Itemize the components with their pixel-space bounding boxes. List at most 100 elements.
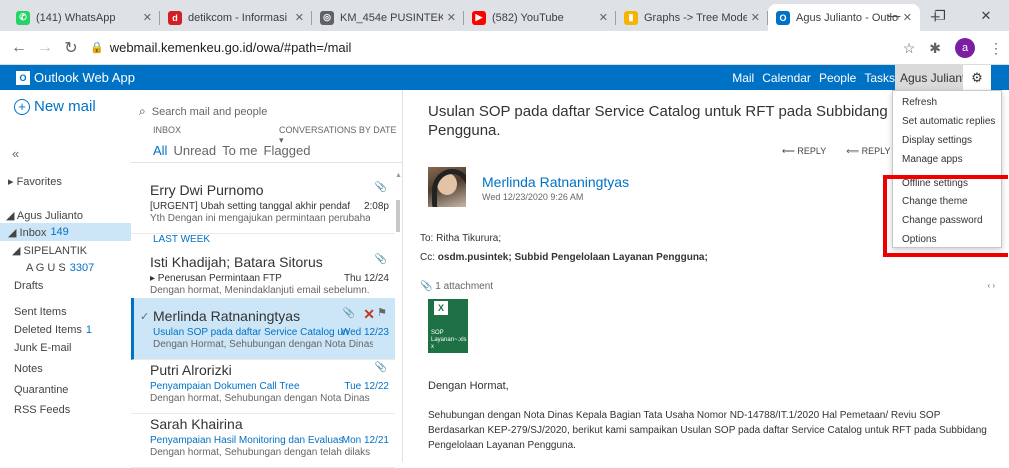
close-icon[interactable]: ✕ — [751, 11, 760, 24]
close-icon[interactable]: ✕ — [447, 11, 456, 24]
excel-icon: X — [434, 301, 448, 315]
attachment-nav-icon[interactable]: ‹ › — [987, 281, 995, 290]
folder-sent[interactable]: Sent Items — [0, 303, 131, 321]
reply-button[interactable]: ⟵ REPLY — [782, 146, 826, 157]
window-controls: — ❐ ✕ — [871, 0, 1009, 31]
folder-account[interactable]: ◢ Agus Julianto — [0, 206, 131, 224]
sender-name[interactable]: Merlinda Ratnaningtyas — [482, 174, 629, 190]
checkmark-icon[interactable]: ✓ — [140, 310, 149, 323]
attachment-file[interactable]: X SOP Layanan~.xls x — [428, 299, 468, 353]
filter-to-me[interactable]: To me — [222, 143, 257, 158]
menu-item-change-password[interactable]: Change password — [902, 215, 983, 226]
forward-icon[interactable]: → — [32, 39, 58, 57]
message-item[interactable]: Sarah Khairina Penyampaian Hasil Monitor… — [131, 406, 395, 468]
delete-icon[interactable]: ✕ — [363, 306, 375, 323]
close-icon[interactable]: ✕ — [599, 11, 608, 24]
paperclip-icon: 📎 — [342, 308, 355, 319]
plus-icon: + — [14, 98, 30, 115]
extensions-icon[interactable]: ✱ — [929, 40, 941, 57]
scroll-thumb[interactable] — [396, 200, 400, 232]
filter-unread[interactable]: Unread — [173, 143, 216, 158]
nav-calendar[interactable]: Calendar — [762, 71, 811, 85]
scroll-up-icon[interactable]: ▲ — [395, 172, 402, 179]
message-subject: Penyampaian Dokumen Call Tree — [150, 381, 300, 392]
nav-people[interactable]: People — [819, 71, 856, 85]
browser-tab-strip: ✆ (141) WhatsApp ✕ d detikcom - Informas… — [0, 0, 1009, 31]
message-item-selected[interactable]: ✓ Merlinda Ratnaningtyas 📎 ✕ ⚑ Usulan SO… — [131, 298, 395, 360]
owa-logo[interactable]: O Outlook Web App — [0, 70, 135, 85]
tab-whatsapp[interactable]: ✆ (141) WhatsApp ✕ — [8, 4, 160, 31]
graphs-icon: ▮ — [624, 10, 638, 25]
menu-item-refresh[interactable]: Refresh — [902, 97, 937, 108]
close-icon[interactable]: ✕ — [143, 11, 152, 24]
list-scrollbar[interactable]: ▲ — [394, 172, 402, 462]
folder-title: INBOX — [153, 125, 182, 135]
message-sender: Isti Khadijah; Batara Sitorus — [150, 254, 323, 270]
minimize-icon[interactable]: — — [871, 0, 917, 31]
unread-count: 3307 — [69, 262, 95, 274]
tab-graphs[interactable]: ▮ Graphs -> Tree Mode ✕ — [616, 4, 768, 31]
detikcom-icon: d — [168, 10, 182, 25]
menu-item-manage-apps[interactable]: Manage apps — [902, 154, 963, 165]
star-icon[interactable]: ☆ — [903, 40, 916, 57]
url-field[interactable]: 🔒 webmail.kemenkeu.go.id/owa/#path=/mail — [90, 35, 970, 61]
filter-all[interactable]: All — [153, 143, 167, 158]
cc-line: Cc: osdm.pusintek; Subbid Pengelolaan La… — [420, 252, 708, 263]
message-preview: Dengan hormat, Sehubungan dengan Nota Di… — [150, 393, 370, 404]
paperclip-icon: 📎 — [374, 362, 387, 373]
folder-label: ◢ Inbox — [8, 226, 47, 239]
nav-mail[interactable]: Mail — [732, 71, 754, 85]
menu-item-automatic-replies[interactable]: Set automatic replies — [902, 116, 995, 127]
subject-line-2: Pengguna. — [428, 122, 501, 139]
app-name: Outlook Web App — [34, 70, 135, 85]
user-menu[interactable]: Agus Julianto ▾ — [895, 65, 963, 90]
search-input[interactable]: ⌕ Search mail and people — [139, 104, 267, 119]
folder-agus[interactable]: A G U S 3307 — [0, 259, 131, 277]
menu-icon[interactable]: ⋮ — [989, 40, 1003, 57]
reply-all-button[interactable]: ⟸ REPLY A — [846, 146, 898, 157]
address-bar: ← → ↻ 🔒 webmail.kemenkeu.go.id/owa/#path… — [0, 31, 1009, 65]
folder-label: ◢ SIPELANTIK — [12, 244, 88, 257]
tab-youtube[interactable]: ▶ (582) YouTube ✕ — [464, 4, 616, 31]
profile-avatar[interactable]: a — [955, 38, 975, 58]
cc-recipients[interactable]: osdm.pusintek; Subbid Pengelolaan Layana… — [438, 252, 708, 263]
close-icon[interactable]: ✕ — [295, 11, 304, 24]
new-mail-button[interactable]: + New mail — [14, 98, 96, 115]
message-item[interactable]: Erry Dwi Purnomo 📎 [URGENT] Ubah setting… — [131, 172, 395, 234]
message-item[interactable]: Putri Alrorizki 📎 Penyampaian Dokumen Ca… — [131, 352, 395, 414]
folder-notes[interactable]: Notes — [0, 360, 131, 378]
collapse-icon[interactable]: « — [12, 146, 19, 161]
close-window-icon[interactable]: ✕ — [963, 0, 1009, 31]
settings-menu: Refresh Set automatic replies Display se… — [892, 90, 1002, 248]
email-subject: Usulan SOP pada daftar Service Catalog u… — [428, 102, 996, 140]
tab-detikcom[interactable]: d detikcom - Informasi Be ✕ — [160, 4, 312, 31]
recipient[interactable]: Ritha Tikurura; — [436, 233, 501, 244]
folder-junk[interactable]: Junk E-mail — [0, 339, 131, 357]
tab-km454e[interactable]: ◎ KM_454e PUSINTEK LT. ✕ — [312, 4, 464, 31]
message-date: Thu 12/24 — [343, 273, 389, 284]
paperclip-icon: 📎 — [374, 182, 387, 193]
folder-quarantine[interactable]: Quarantine — [0, 381, 131, 399]
message-item[interactable]: Isti Khadijah; Batara Sitorus 📎 ▸ Peneru… — [131, 244, 395, 306]
flag-icon[interactable]: ⚑ — [377, 306, 387, 319]
menu-item-offline-settings[interactable]: Offline settings — [902, 178, 968, 189]
reload-icon[interactable]: ↻ — [58, 38, 84, 58]
back-icon[interactable]: ← — [6, 39, 32, 57]
folder-sipelantik[interactable]: ◢ SIPELANTIK — [0, 241, 131, 259]
folder-deleted[interactable]: Deleted Items 1 — [0, 321, 131, 339]
menu-item-change-theme[interactable]: Change theme — [902, 196, 968, 207]
lock-icon[interactable]: 🔒 — [90, 41, 104, 54]
restore-icon[interactable]: ❐ — [917, 0, 963, 31]
folder-rss[interactable]: RSS Feeds — [0, 401, 131, 419]
filter-flagged[interactable]: Flagged — [264, 143, 311, 158]
folder-inbox[interactable]: ◢ Inbox 149 — [0, 223, 131, 241]
sent-date: Wed 12/23/2020 9:26 AM — [482, 192, 584, 202]
menu-item-options[interactable]: Options — [902, 234, 936, 245]
folder-drafts[interactable]: Drafts — [0, 277, 131, 295]
folder-favorites[interactable]: ▸ Favorites — [0, 172, 131, 190]
nav-tasks[interactable]: Tasks — [864, 71, 895, 85]
sender-photo[interactable] — [428, 167, 466, 207]
message-subject: Penyampaian Hasil Monitoring dan Evaluas — [150, 435, 344, 446]
menu-item-display-settings[interactable]: Display settings — [902, 135, 972, 146]
gear-icon[interactable]: ⚙ — [963, 65, 991, 90]
